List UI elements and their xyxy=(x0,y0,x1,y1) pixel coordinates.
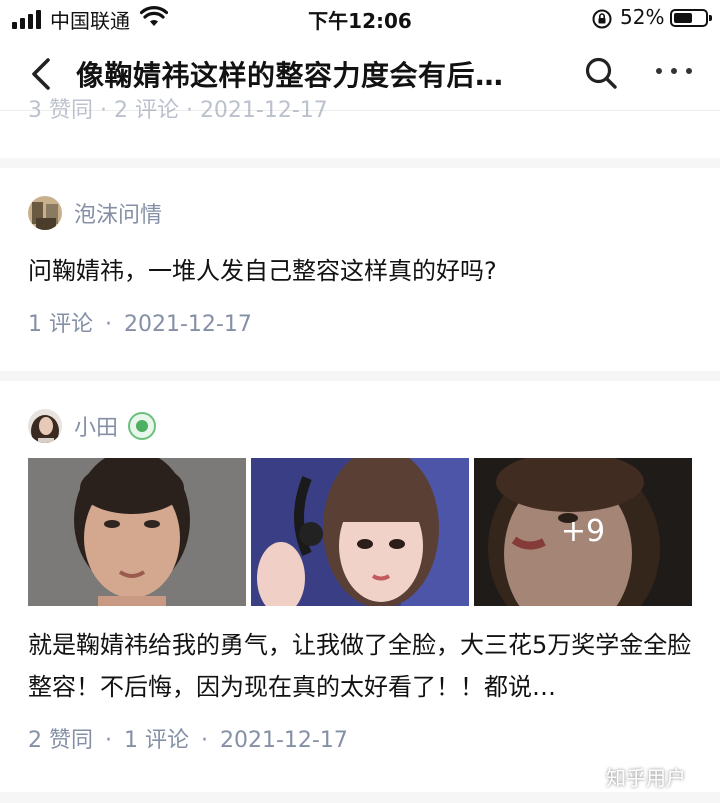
back-chevron-icon[interactable] xyxy=(24,54,60,94)
author-name[interactable]: 小田 xyxy=(74,410,118,442)
status-bar: 中国联通 下午12:06 52% xyxy=(0,0,720,36)
answer-author[interactable]: 小田 xyxy=(28,409,157,443)
answer-card[interactable]: 泡沫问情 问鞠婧祎，一堆人发自己整容这样真的好吗? 1 评论 · 2021-12-1… xyxy=(0,168,720,371)
more-images-count[interactable]: +9 xyxy=(474,514,692,549)
answer-date: 2021-12-17 xyxy=(220,728,348,753)
battery-icon xyxy=(670,9,712,27)
previous-answer-meta: 3 赞同 · 2 评论 · 2021-12-17 xyxy=(28,98,328,123)
watermark: 知乎用户 xyxy=(606,766,686,790)
answer-image-2[interactable] xyxy=(251,458,469,606)
search-icon[interactable] xyxy=(584,56,618,90)
answer-excerpt[interactable]: 问鞠婧祎，一堆人发自己整容这样真的好吗? xyxy=(28,250,692,292)
answer-excerpt[interactable]: 就是鞠婧祎给我的勇气，让我做了全脸，大三花5万奖学金全脸整容！不后悔，因为现在真… xyxy=(28,624,692,708)
avatar[interactable] xyxy=(28,196,62,230)
avatar[interactable] xyxy=(28,409,62,443)
orientation-lock-icon xyxy=(592,9,612,29)
answer-image-3[interactable]: +9 xyxy=(474,458,692,606)
separator xyxy=(0,371,720,381)
upvote-count[interactable]: 2 赞同 xyxy=(28,728,93,753)
answer-author[interactable]: 泡沫问情 xyxy=(28,196,162,230)
author-name[interactable]: 泡沫问情 xyxy=(74,197,162,229)
answer-meta: 1 评论 · 2021-12-17 xyxy=(28,312,252,337)
comment-count[interactable]: 1 评论 xyxy=(28,312,93,337)
separator xyxy=(0,158,720,168)
separator xyxy=(0,792,720,803)
more-options-icon[interactable] xyxy=(654,66,694,78)
answer-meta: 2 赞同 · 1 评论 · 2021-12-17 xyxy=(28,728,348,753)
verified-badge-icon xyxy=(128,412,157,440)
comment-count[interactable]: 1 评论 xyxy=(124,728,189,753)
page-title: 像鞠婧祎这样的整容力度会有后… xyxy=(76,59,504,92)
answer-date: 2021-12-17 xyxy=(124,312,252,337)
answer-image-1[interactable] xyxy=(28,458,246,606)
battery-percent: 52% xyxy=(620,5,665,29)
